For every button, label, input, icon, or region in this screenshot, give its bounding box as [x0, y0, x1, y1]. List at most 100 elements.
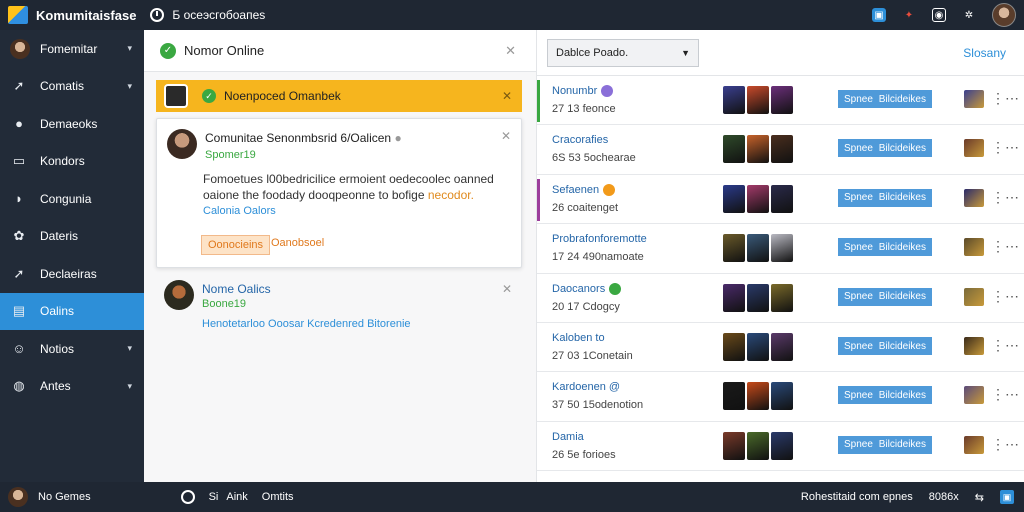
- row-action-button[interactable]: Spnee Bilcideikes: [838, 90, 932, 108]
- thumbnail-image[interactable]: [771, 333, 793, 361]
- thumbnail-image[interactable]: [771, 382, 793, 411]
- row-name[interactable]: Probrafonforemotte: [552, 233, 647, 245]
- tree-icon[interactable]: ⋮⋯: [991, 386, 1019, 403]
- gear-icon[interactable]: ✲: [962, 8, 976, 22]
- thumbnail-image[interactable]: [723, 135, 745, 164]
- thumbnail-image[interactable]: [747, 184, 769, 213]
- header-link[interactable]: Slosany: [963, 46, 1006, 60]
- camera-icon[interactable]: ◉: [932, 8, 946, 22]
- row-action-button[interactable]: Spnee Bilcideikes: [838, 386, 932, 405]
- row-small-thumbnail[interactable]: [964, 238, 984, 257]
- thumbnail-image[interactable]: [723, 333, 745, 361]
- sidebar-item-congunia[interactable]: ◗ Congunia: [0, 180, 144, 218]
- sidebar-item-kondors[interactable]: ▭ Kondors: [0, 143, 144, 181]
- thumbnail-image[interactable]: [771, 431, 793, 460]
- thumbnail-image[interactable]: [747, 283, 769, 312]
- row-action-button[interactable]: Spnee Bilcideikes: [838, 435, 932, 454]
- close-icon[interactable]: ✕: [502, 282, 512, 296]
- row-action-button[interactable]: Spnee Bilcideikes: [838, 188, 932, 207]
- row-name[interactable]: Sefaenen: [552, 184, 616, 196]
- thumbnail-image[interactable]: [747, 135, 769, 164]
- thumbnail-image[interactable]: [771, 135, 793, 164]
- alert-banner[interactable]: ✓ Noenpoced Omanbek ✕: [156, 80, 522, 112]
- thumbnail-image[interactable]: [771, 283, 793, 312]
- row-small-thumbnail[interactable]: [964, 287, 984, 306]
- row-small-thumbnail[interactable]: [964, 337, 984, 355]
- sidebar-item-declaeiras[interactable]: ➚ Declaeiras: [0, 255, 144, 293]
- row-name[interactable]: Nonumbr: [552, 85, 614, 98]
- table-row[interactable]: Sefaenen 26 coaitenget Spnee Bilcideikes ⋮⋯: [537, 175, 1024, 225]
- row-small-thumbnail[interactable]: [964, 90, 984, 108]
- row-name[interactable]: Kardoenen @: [552, 381, 620, 393]
- tree-icon[interactable]: ⋮⋯: [991, 139, 1019, 156]
- table-row[interactable]: Cracorafies 6S 53 5ochearae Spnee Bilcideik…: [537, 125, 1024, 175]
- tree-icon[interactable]: ⋮⋯: [991, 189, 1019, 206]
- row-small-thumbnail[interactable]: [964, 188, 984, 207]
- thumbnail-image[interactable]: [771, 86, 793, 114]
- row-small-thumbnail[interactable]: [964, 386, 984, 405]
- sidebar-item-antes[interactable]: ◍ Antes ▾: [0, 368, 144, 406]
- row-action-button[interactable]: Spnee Bilcideikes: [838, 139, 932, 158]
- puzzle-icon[interactable]: ✦: [902, 8, 916, 22]
- close-icon[interactable]: ✕: [501, 129, 511, 143]
- thumbnail-image[interactable]: [747, 431, 769, 460]
- table-row[interactable]: Damia 26 5e forioes Spnee Bilcideikes ⋮⋯: [537, 422, 1024, 472]
- thumbnail-image[interactable]: [723, 86, 745, 114]
- item-link[interactable]: Henotetarloo Ooosar Kcredenred Bitorenie: [202, 318, 411, 330]
- thumbnail-image[interactable]: [747, 234, 769, 263]
- row-action-button[interactable]: Spnee Bilcideikes: [838, 337, 932, 355]
- row-small-thumbnail[interactable]: [964, 139, 984, 158]
- thumbnail-image[interactable]: [723, 283, 745, 312]
- tree-icon[interactable]: ⋮⋯: [991, 90, 1019, 107]
- bottom-right-text: Rohestitaid com epnes: [800, 491, 913, 503]
- button-label-left: Spnee: [844, 192, 873, 204]
- thumbnail-image[interactable]: [723, 431, 745, 460]
- close-icon[interactable]: ✕: [505, 43, 516, 59]
- tree-icon[interactable]: ⋮⋯: [991, 288, 1019, 305]
- row-name[interactable]: Cracorafies: [552, 134, 608, 146]
- chat-bubble-icon: ◗: [15, 191, 23, 207]
- button-label-left: Spnee: [844, 389, 873, 401]
- tree-icon[interactable]: ⋮⋯: [991, 238, 1019, 255]
- sidebar-item-comatis[interactable]: ➚ Comatis ▾: [0, 68, 144, 106]
- table-row[interactable]: Probrafonforemotte 17 24 490namoate Spnee B…: [537, 224, 1024, 274]
- thumbnail-image[interactable]: [723, 234, 745, 263]
- close-icon[interactable]: ✕: [502, 89, 512, 103]
- row-name[interactable]: Daocanors: [552, 283, 622, 295]
- thumbnail-image[interactable]: [747, 333, 769, 361]
- table-row[interactable]: Kaloben to 27 03 1Conetain Spnee Bilcideike…: [537, 323, 1024, 373]
- thumbnail-image[interactable]: [723, 382, 745, 411]
- sidebar-item-oalins[interactable]: ▤ Oalins: [0, 292, 144, 330]
- table-row[interactable]: Daocanors 20 17 Cdogcy Spnee Bilcideikes ⋮⋯: [537, 274, 1024, 323]
- tree-icon[interactable]: ⋮⋯: [991, 337, 1019, 354]
- row-action-button[interactable]: Spnee Bilcideikes: [838, 287, 932, 306]
- primary-button[interactable]: Oonocieins: [201, 235, 271, 255]
- row-meta: 37 50 15odenotion: [552, 399, 644, 412]
- avatar[interactable]: [8, 487, 28, 507]
- table-row[interactable]: Kardoenen @ 37 50 15odenotion Spnee Bilcide…: [537, 372, 1024, 422]
- calendar-icon[interactable]: ▣: [872, 8, 886, 22]
- row-name[interactable]: Damia: [552, 431, 584, 443]
- thumbnail-image[interactable]: [747, 382, 769, 411]
- secondary-button[interactable]: Oanobsoel: [271, 237, 324, 249]
- thumbnail-image[interactable]: [723, 184, 745, 213]
- thumbnail-image[interactable]: [771, 184, 793, 213]
- sidebar-item-demaeoks[interactable]: ● Demaeoks: [0, 105, 144, 143]
- avatar[interactable]: [992, 3, 1016, 27]
- sidebar-item-notios[interactable]: ☺ Notios ▾: [0, 330, 144, 368]
- table-row[interactable]: Nonumbr 27 13 feonce Spnee Bilcideikes ⋮⋯: [537, 76, 1024, 126]
- row-small-thumbnail[interactable]: [964, 435, 984, 454]
- sidebar-item-dateris[interactable]: ✿ Dateris: [0, 218, 144, 256]
- row-action-button[interactable]: Spnee Bilcideikes: [838, 238, 932, 257]
- row-name[interactable]: Kaloben to: [552, 332, 605, 344]
- tree-icon[interactable]: ⋮⋯: [991, 436, 1019, 453]
- share-icon[interactable]: ⇆: [975, 491, 984, 504]
- thumbnail-image[interactable]: [747, 86, 769, 114]
- card-link[interactable]: Calonia Oalors: [203, 205, 276, 217]
- calendar-icon[interactable]: ▣: [1000, 490, 1014, 504]
- row-thumbnails: [723, 86, 793, 114]
- thumbnail-image[interactable]: [771, 234, 793, 263]
- sidebar-item-fomemitar[interactable]: Fomemitar ▾: [0, 30, 144, 68]
- filter-select[interactable]: Dablce Poado. ▼: [547, 38, 699, 67]
- notification-item[interactable]: Nome Oalics Boone19 Henotetarloo Ooosar …: [156, 276, 522, 346]
